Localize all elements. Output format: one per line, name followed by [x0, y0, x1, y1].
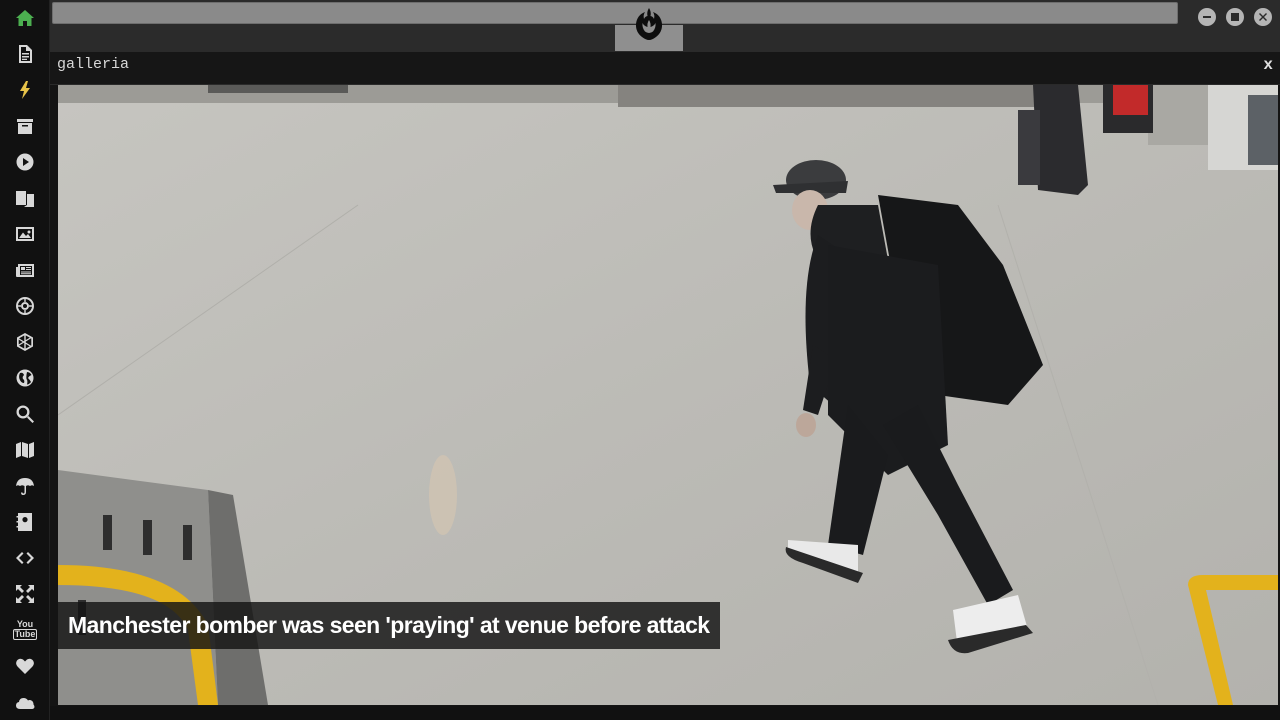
youtube-label-top: You [16, 619, 34, 629]
sidebar-item-document[interactable] [13, 42, 37, 66]
youtube-icon: You Tube [12, 619, 38, 640]
sidebar-item-search[interactable] [13, 402, 37, 426]
image-icon [16, 227, 34, 241]
youtube-label-bottom: Tube [12, 629, 38, 640]
contact-book-icon [16, 513, 32, 531]
sidebar-item-code[interactable] [13, 546, 37, 570]
window-top-bar [50, 0, 1280, 52]
minimize-icon [1203, 16, 1211, 18]
panel-header: galleria x [50, 52, 1280, 85]
galactic-empire-icon [16, 297, 34, 315]
photo-caption: Manchester bomber was seen 'praying' at … [58, 602, 720, 649]
home-icon [16, 10, 34, 26]
address-bar[interactable] [52, 2, 1178, 24]
sidebar-item-map[interactable] [13, 438, 37, 462]
sidebar-item-translate[interactable] [13, 186, 37, 210]
bottom-strip [50, 706, 1280, 720]
sidebar-item-contacts[interactable] [13, 510, 37, 534]
sidebar-item-network[interactable] [13, 330, 37, 354]
sidebar-item-video[interactable] [13, 150, 37, 174]
close-window-button[interactable] [1254, 8, 1272, 26]
panel-title: galleria [57, 56, 130, 73]
code-icon [16, 552, 34, 564]
sidebar-item-lightning[interactable] [13, 78, 37, 102]
sidebar-item-images[interactable] [13, 222, 37, 246]
archive-icon [17, 119, 33, 134]
close-icon [1259, 13, 1267, 21]
map-icon [16, 442, 34, 458]
sidebar: You Tube [0, 0, 50, 720]
translate-icon [16, 191, 34, 207]
document-icon [19, 45, 32, 63]
lightning-icon [20, 81, 30, 99]
maximize-icon [1231, 13, 1239, 21]
gallery-panel: galleria x Manchester bomber was seen 'p… [50, 52, 1280, 720]
newspaper-icon [16, 264, 34, 277]
sidebar-item-expand[interactable] [13, 582, 37, 606]
panel-close-button[interactable]: x [1263, 56, 1273, 74]
sidebar-item-news[interactable] [13, 258, 37, 282]
cloud-icon [16, 698, 35, 709]
heart-icon [16, 658, 34, 674]
rebel-alliance-icon [635, 8, 663, 40]
maximize-button[interactable] [1226, 8, 1244, 26]
globe-icon [16, 369, 34, 387]
sidebar-item-archive[interactable] [13, 114, 37, 138]
sidebar-item-cloud[interactable] [13, 690, 37, 714]
sidebar-item-globe[interactable] [13, 366, 37, 390]
umbrella-icon [16, 478, 34, 495]
sidebar-item-empire[interactable] [13, 294, 37, 318]
minimize-button[interactable] [1198, 8, 1216, 26]
search-icon [16, 405, 34, 423]
sidebar-item-youtube[interactable]: You Tube [12, 618, 38, 642]
sidebar-item-home[interactable] [13, 6, 37, 30]
expand-icon [16, 585, 34, 603]
hexagon-network-icon [17, 333, 33, 351]
play-circle-icon [16, 153, 34, 171]
sidebar-item-favorites[interactable] [13, 654, 37, 678]
sidebar-item-umbrella[interactable] [13, 474, 37, 498]
